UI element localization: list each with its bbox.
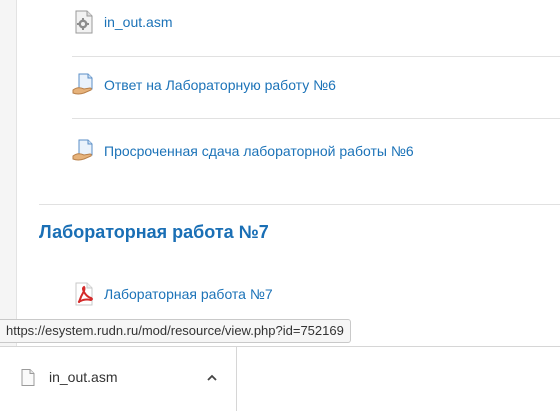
assignment-link-label[interactable]: Ответ на Лабораторную работу №6 [104,77,336,93]
assignment-link-label[interactable]: Просроченная сдача лабораторной работы №… [104,143,414,159]
assignment-icon [72,73,93,95]
resource-link-in-out-asm[interactable]: in_out.asm [72,10,560,34]
assignment-link-answer-lab6[interactable]: Ответ на Лабораторную работу №6 [72,73,560,97]
download-item[interactable]: in_out.asm [0,347,237,411]
divider [72,56,560,57]
file-icon [21,369,35,386]
divider [72,118,560,119]
left-gutter [0,0,17,346]
assignment-link-late-lab6[interactable]: Просроченная сдача лабораторной работы №… [72,139,560,163]
resource-link-label[interactable]: in_out.asm [104,14,172,30]
assignment-icon [72,139,93,161]
download-bar: in_out.asm [0,346,560,411]
file-gear-icon [75,10,93,34]
download-filename[interactable]: in_out.asm [49,369,117,385]
pdf-icon [75,282,93,306]
section-divider [39,204,560,205]
resource-link-lab7-pdf[interactable]: Лабораторная работа №7 [72,282,560,306]
status-bar-url: https://esystem.rudn.ru/mod/resource/vie… [0,319,351,343]
section-title[interactable]: Лабораторная работа №7 [39,222,269,243]
resource-link-label[interactable]: Лабораторная работа №7 [104,286,273,302]
chevron-up-icon[interactable] [205,371,219,385]
